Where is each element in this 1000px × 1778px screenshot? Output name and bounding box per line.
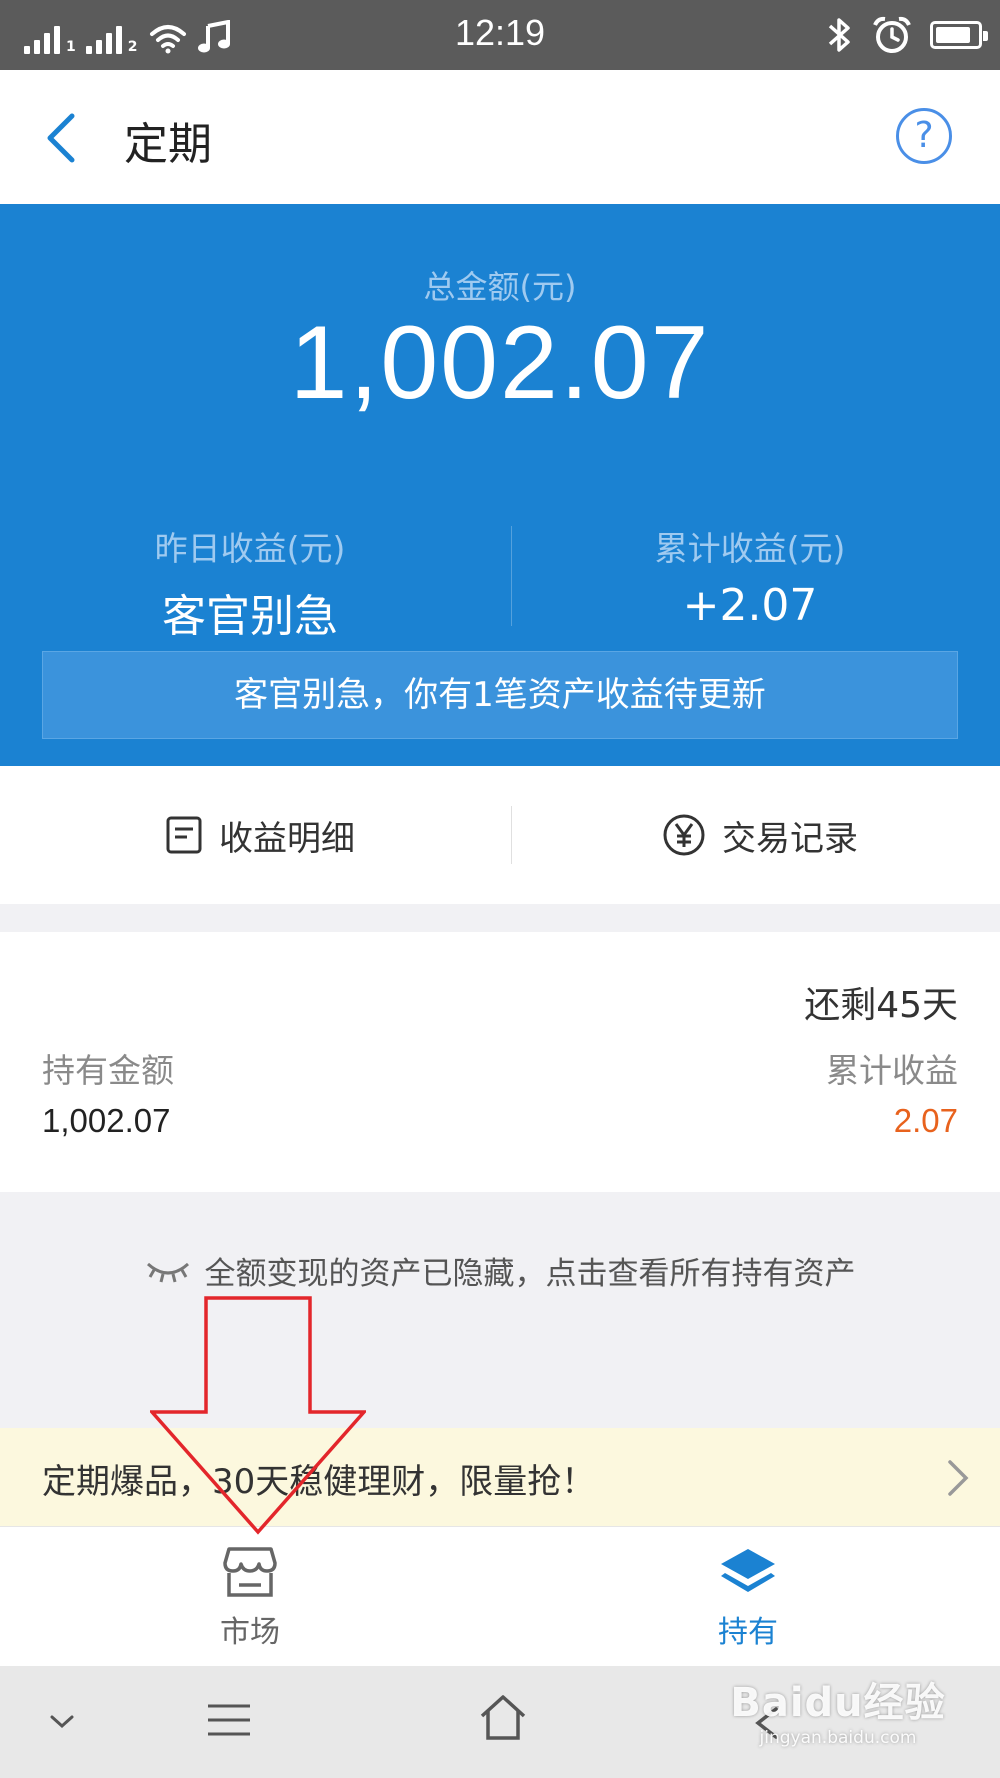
page-title: 定期 bbox=[124, 119, 212, 170]
home-icon[interactable] bbox=[478, 1694, 528, 1742]
closed-eye-icon bbox=[146, 1262, 189, 1282]
total-amount-label: 总金额(元) bbox=[423, 268, 577, 306]
status-bar-right bbox=[826, 14, 988, 56]
hidden-assets-text: 全额变现的资产已隐藏，点击查看所有持有资产 bbox=[204, 1256, 856, 1292]
income-detail-label: 收益明细 bbox=[219, 818, 355, 859]
cumulative-income-value: +2.07 bbox=[682, 580, 818, 631]
yesterday-income-label: 昨日收益(元) bbox=[154, 529, 346, 568]
cumulative-income: 累计收益(元) +2.07 bbox=[500, 522, 1000, 631]
tab-holding-label: 持有 bbox=[718, 1615, 778, 1650]
pending-update-notice[interactable]: 客官别急，你有1笔资产收益待更新 bbox=[42, 651, 958, 739]
promo-text: 定期爆品，30天稳健理财，限量抢！ bbox=[42, 1462, 596, 1502]
promo-banner[interactable]: 定期爆品，30天稳健理财，限量抢！ bbox=[0, 1428, 1000, 1526]
chevron-down-icon[interactable] bbox=[48, 1712, 76, 1732]
holding-amount-label: 持有金额 bbox=[42, 1051, 174, 1090]
app-header: 定期 ? bbox=[0, 70, 1000, 204]
yesterday-income: 昨日收益(元) 客官别急 bbox=[0, 522, 500, 644]
cumulative-income-label: 累计收益(元) bbox=[654, 529, 846, 568]
bottom-tab-bar: 市场 持有 bbox=[0, 1526, 1000, 1666]
tab-market-label: 市场 bbox=[220, 1615, 280, 1650]
income-detail-button[interactable]: 收益明细 bbox=[10, 766, 510, 904]
chevron-right-icon bbox=[948, 1460, 969, 1496]
yuan-coin-icon bbox=[663, 814, 705, 856]
total-amount-value: 1,002.07 bbox=[289, 305, 711, 421]
layers-icon bbox=[721, 1549, 775, 1592]
watermark-sub-text: jingyan.baidu.com bbox=[759, 1728, 917, 1748]
store-icon bbox=[223, 1547, 277, 1597]
baidu-jingyan-watermark: Baidu经验 jingyan.baidu.com bbox=[728, 1670, 948, 1770]
menu-icon[interactable] bbox=[206, 1700, 252, 1740]
transaction-record-label: 交易记录 bbox=[722, 818, 858, 859]
hidden-assets-link[interactable]: 全额变现的资产已隐藏，点击查看所有持有资产 bbox=[0, 1248, 1000, 1293]
cumulative-earnings-label: 累计收益 bbox=[826, 1051, 958, 1090]
action-row: 收益明细 交易记录 bbox=[0, 766, 1000, 904]
remaining-days: 还剩45天 bbox=[804, 985, 958, 1026]
help-icon[interactable]: ? bbox=[896, 108, 952, 164]
status-bar: 1 2 12:19 bbox=[0, 0, 1000, 70]
battery-icon bbox=[930, 21, 988, 49]
holding-amount-value: 1,002.07 bbox=[42, 1102, 171, 1139]
back-arrow-icon[interactable] bbox=[40, 110, 84, 166]
holding-card[interactable]: 还剩45天 持有金额 1,002.07 累计收益 2.07 bbox=[0, 932, 1000, 1192]
watermark-main-text: Baidu经验 bbox=[730, 1680, 946, 1726]
transaction-record-button[interactable]: 交易记录 bbox=[510, 766, 1000, 904]
document-icon bbox=[166, 816, 202, 854]
cumulative-earnings-value: 2.07 bbox=[893, 1102, 958, 1139]
tab-market[interactable]: 市场 bbox=[150, 1545, 350, 1651]
asset-summary: 总金额(元) 1,002.07 昨日收益(元) 客官别急 累计收益(元) +2.… bbox=[0, 204, 1000, 766]
bluetooth-icon bbox=[828, 18, 850, 52]
alarm-clock-icon bbox=[873, 16, 911, 53]
yesterday-income-value: 客官别急 bbox=[162, 591, 338, 642]
tab-holding[interactable]: 持有 bbox=[648, 1545, 848, 1651]
